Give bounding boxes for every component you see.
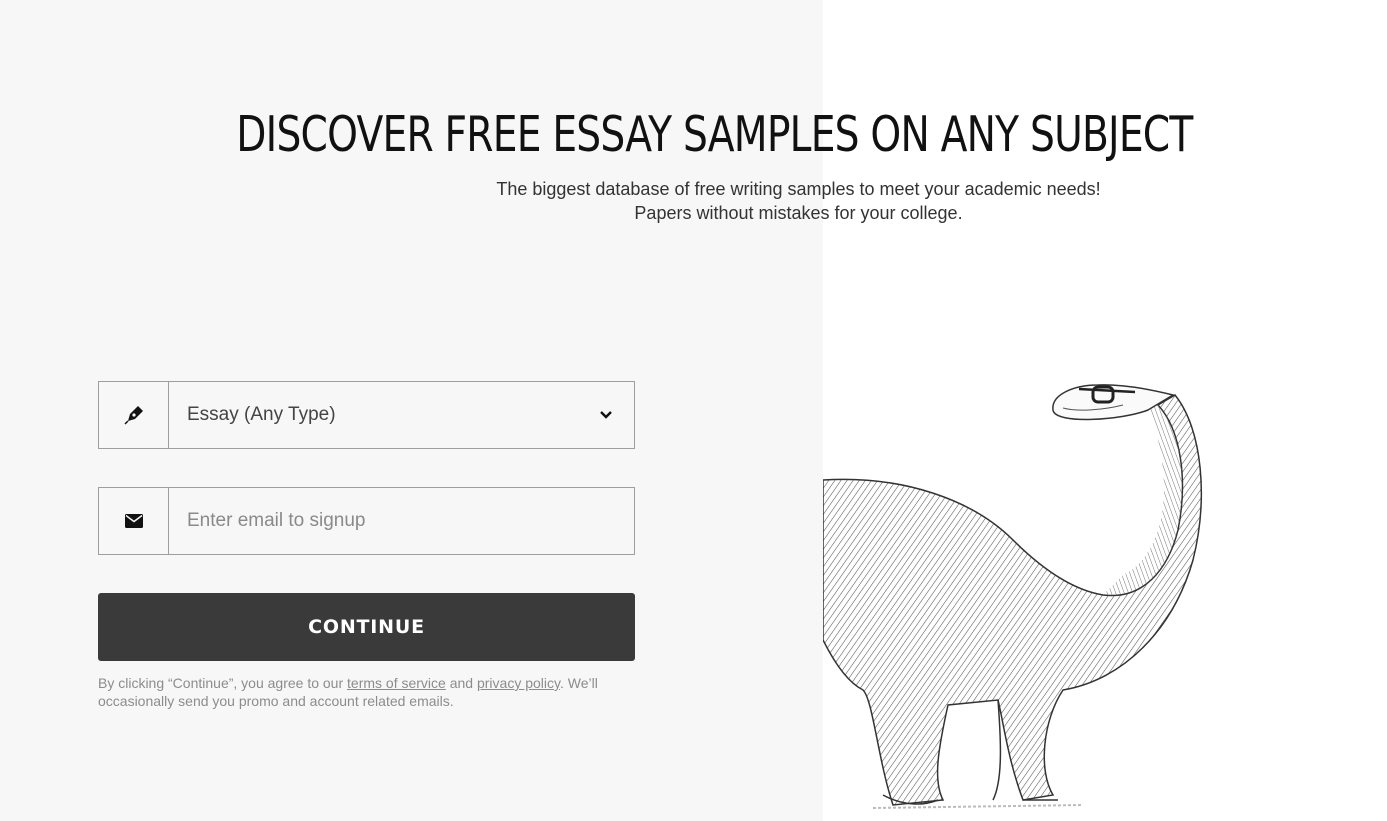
legal-middle: and <box>445 675 477 691</box>
email-input[interactable] <box>169 488 634 554</box>
paper-type-select[interactable]: Essay (Any Type) <box>98 381 635 449</box>
continue-button[interactable]: CONTINUE <box>98 593 635 661</box>
envelope-icon <box>124 514 143 528</box>
hero-subtitle: The biggest database of free writing sam… <box>0 177 1387 225</box>
legal-notice: By clicking “Continue”, you agree to our… <box>98 674 643 710</box>
legal-prefix: By clicking “Continue”, you agree to our <box>98 675 348 691</box>
hero-subtitle-line2: Papers without mistakes for your college… <box>634 203 963 223</box>
privacy-policy-link[interactable]: privacy policy <box>477 675 560 691</box>
envelope-icon-box <box>99 488 169 554</box>
hero-title: DISCOVER FREE ESSAY SAMPLES ON ANY SUBJE… <box>236 106 1193 163</box>
pen-nib-icon-box <box>99 382 169 448</box>
email-field[interactable] <box>98 487 635 555</box>
paper-type-value: Essay (Any Type) <box>187 404 336 425</box>
chevron-down-icon-box[interactable] <box>578 382 634 448</box>
pen-nib-icon <box>123 406 143 425</box>
terms-of-service-link[interactable]: terms of service <box>347 675 446 691</box>
chevron-down-icon[interactable] <box>599 410 613 420</box>
hero-subtitle-line1: The biggest database of free writing sam… <box>496 179 1101 199</box>
